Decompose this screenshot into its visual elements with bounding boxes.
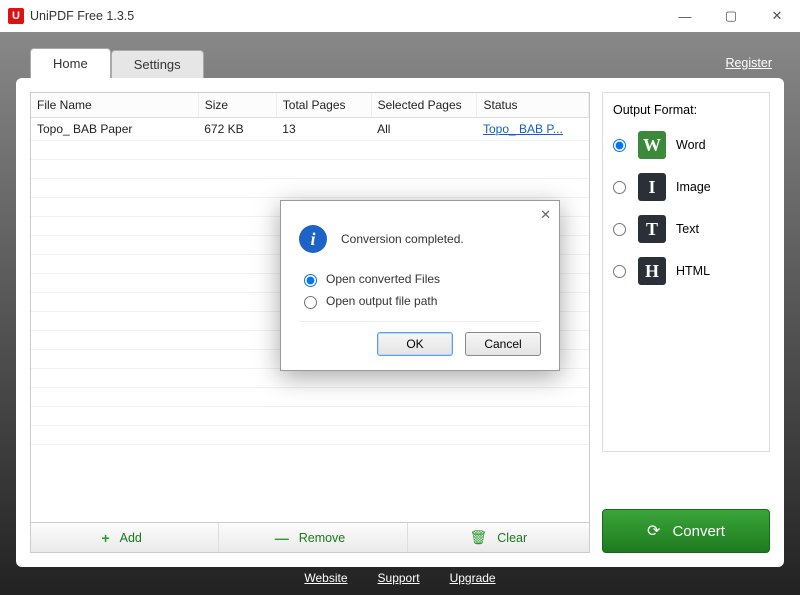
conversion-dialog: ✕ i Conversion completed. Open converted… (280, 200, 560, 371)
radio-html[interactable] (613, 265, 626, 278)
maximize-button[interactable]: ▢ (708, 0, 754, 32)
radio-open-path[interactable] (304, 296, 317, 309)
minus-icon: — (275, 530, 289, 546)
convert-button[interactable]: ⟳ Convert (602, 509, 770, 553)
table-row[interactable]: Topo_ BAB Paper 672 KB 13 All Topo_ BAB … (31, 118, 589, 141)
website-link[interactable]: Website (304, 571, 347, 585)
support-link[interactable]: Support (378, 571, 420, 585)
option-open-files[interactable]: Open converted Files (299, 271, 541, 287)
cell-selected-pages: All (371, 118, 477, 141)
close-button[interactable]: ✕ (754, 0, 800, 32)
add-button[interactable]: + Add (31, 523, 212, 552)
radio-word[interactable] (613, 139, 626, 152)
upgrade-link[interactable]: Upgrade (450, 571, 496, 585)
format-text[interactable]: T Text (613, 215, 759, 243)
text-icon: T (638, 215, 666, 243)
format-word-label: Word (676, 138, 706, 152)
clear-label: Clear (497, 531, 527, 545)
format-image[interactable]: I Image (613, 173, 759, 201)
remove-button[interactable]: — Remove (218, 523, 400, 552)
info-icon: i (299, 225, 327, 253)
format-html-label: HTML (676, 264, 710, 278)
window-controls: — ▢ ✕ (662, 0, 800, 32)
radio-image[interactable] (613, 181, 626, 194)
radio-open-files[interactable] (304, 274, 317, 287)
trash-icon: 🗑 (469, 529, 487, 546)
cancel-button[interactable]: Cancel (465, 332, 541, 356)
register-link[interactable]: Register (725, 56, 772, 70)
format-image-label: Image (676, 180, 711, 194)
clear-button[interactable]: 🗑 Clear (407, 523, 589, 552)
cell-total-pages: 13 (276, 118, 371, 141)
option-open-path[interactable]: Open output file path (299, 293, 541, 309)
tab-bar: Home Settings Register (16, 48, 784, 78)
word-icon: W (638, 131, 666, 159)
app-icon: U (8, 8, 24, 24)
format-html[interactable]: H HTML (613, 257, 759, 285)
remove-label: Remove (299, 531, 346, 545)
image-icon: I (638, 173, 666, 201)
col-file-name[interactable]: File Name (31, 93, 198, 118)
tab-settings[interactable]: Settings (111, 50, 204, 78)
col-selected-pages[interactable]: Selected Pages (371, 93, 477, 118)
dialog-message: Conversion completed. (341, 232, 464, 246)
output-panel: Output Format: W Word I Image T Text H H… (602, 92, 770, 452)
footer: Website Support Upgrade (16, 567, 784, 589)
radio-text[interactable] (613, 223, 626, 236)
titlebar: U UniPDF Free 1.3.5 — ▢ ✕ (0, 0, 800, 32)
minimize-button[interactable]: — (662, 0, 708, 32)
plus-icon: + (101, 530, 109, 546)
window-title: UniPDF Free 1.3.5 (30, 9, 134, 23)
html-icon: H (638, 257, 666, 285)
dialog-close-icon[interactable]: ✕ (540, 207, 551, 223)
col-size[interactable]: Size (198, 93, 276, 118)
format-text-label: Text (676, 222, 699, 236)
col-status[interactable]: Status (477, 93, 589, 118)
cell-size: 672 KB (198, 118, 276, 141)
col-total-pages[interactable]: Total Pages (276, 93, 371, 118)
open-files-label: Open converted Files (326, 272, 440, 286)
add-label: Add (120, 531, 142, 545)
file-toolbar: + Add — Remove 🗑 Clear (30, 523, 590, 553)
format-word[interactable]: W Word (613, 131, 759, 159)
convert-label: Convert (672, 523, 725, 540)
refresh-icon: ⟳ (647, 521, 660, 541)
open-path-label: Open output file path (326, 294, 437, 308)
ok-button[interactable]: OK (377, 332, 453, 356)
tab-home[interactable]: Home (30, 48, 111, 78)
cell-file-name: Topo_ BAB Paper (31, 118, 198, 141)
output-heading: Output Format: (613, 103, 759, 117)
cell-status-link[interactable]: Topo_ BAB P... (483, 122, 563, 136)
